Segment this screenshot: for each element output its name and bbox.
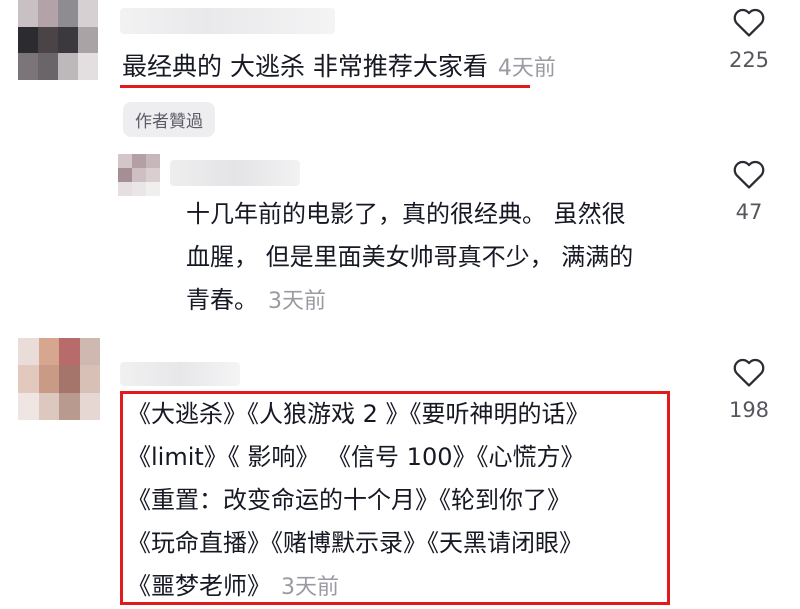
comment-text-line: 十几年前的电影了，真的很经典。 虽然很 bbox=[186, 200, 626, 228]
like-button[interactable]: 198 bbox=[714, 356, 784, 422]
like-count: 198 bbox=[728, 398, 770, 422]
avatar-mosaic-cell bbox=[59, 338, 80, 366]
comment-text-line: 血腥， 但是里面美女帅哥真不少， 满满的 bbox=[186, 243, 634, 271]
heart-outline-icon bbox=[733, 358, 765, 387]
avatar-mosaic-cell bbox=[18, 338, 39, 366]
comment-text-line: 《重置：改变命运的十个月》《轮到你了》 bbox=[127, 486, 571, 514]
like-count: 47 bbox=[735, 200, 763, 224]
username-blurred[interactable] bbox=[120, 362, 240, 386]
avatar-mosaic-cell bbox=[146, 182, 160, 196]
comment-time: 3天前 bbox=[281, 575, 339, 600]
avatar-mosaic-cell bbox=[38, 26, 58, 54]
avatar-mosaic-cell bbox=[58, 26, 78, 54]
comment-body: 最经典的 大逃杀 非常推荐大家看 4天前 bbox=[122, 50, 556, 84]
like-count: 225 bbox=[728, 48, 770, 72]
comment-body: 《大逃杀》《人狼游戏 2 》《要听神明的话》 《limit》《 影响》 《信号 … bbox=[127, 393, 590, 609]
avatar[interactable] bbox=[18, 338, 100, 420]
avatar-mosaic-cell bbox=[79, 392, 100, 420]
username-blurred[interactable] bbox=[120, 8, 335, 34]
avatar-mosaic-cell bbox=[18, 0, 38, 27]
avatar[interactable] bbox=[118, 154, 160, 196]
avatar-mosaic-cell bbox=[38, 365, 59, 393]
avatar-mosaic-cell bbox=[38, 392, 59, 420]
avatar-mosaic-cell bbox=[58, 53, 78, 80]
comment-text-line: 《玩命直播》《赌博默示录》《天黑请闭眼》 bbox=[127, 529, 583, 557]
avatar-mosaic-cell bbox=[79, 365, 100, 393]
comment-text-line: 青春。 bbox=[186, 286, 258, 314]
heart-outline-icon bbox=[733, 160, 765, 189]
avatar-mosaic-cell bbox=[18, 26, 38, 54]
avatar-mosaic-cell bbox=[38, 338, 59, 366]
comment-text-line: 《limit》《 影响》 《信号 100》《心慌方》 bbox=[127, 443, 585, 471]
avatar-mosaic-cell bbox=[146, 168, 160, 182]
avatar-mosaic-cell bbox=[78, 26, 98, 54]
avatar-mosaic-cell bbox=[132, 168, 146, 182]
avatar-mosaic-cell bbox=[58, 0, 78, 27]
avatar-mosaic-cell bbox=[132, 154, 146, 168]
avatar-mosaic-cell bbox=[146, 154, 160, 168]
username-blurred[interactable] bbox=[170, 160, 300, 186]
avatar-mosaic-cell bbox=[132, 182, 146, 196]
comment-time: 3天前 bbox=[268, 289, 326, 314]
avatar-mosaic-cell bbox=[18, 392, 39, 420]
avatar-mosaic-cell bbox=[118, 182, 132, 196]
avatar-mosaic-cell bbox=[38, 53, 58, 80]
comment-text-line: 《噩梦老师》 bbox=[127, 572, 271, 600]
comment-text: 最经典的 大逃杀 非常推荐大家看 bbox=[122, 52, 488, 81]
avatar[interactable] bbox=[18, 0, 98, 80]
avatar-mosaic-cell bbox=[79, 338, 100, 366]
avatar-mosaic-cell bbox=[59, 392, 80, 420]
avatar-mosaic-cell bbox=[78, 0, 98, 27]
avatar-mosaic-cell bbox=[118, 154, 132, 168]
comment-time: 4天前 bbox=[497, 56, 556, 81]
like-button[interactable]: 225 bbox=[714, 6, 784, 72]
heart-outline-icon bbox=[733, 8, 765, 37]
author-liked-badge: 作者贊過 bbox=[123, 102, 215, 137]
avatar-mosaic-cell bbox=[18, 365, 39, 393]
avatar-mosaic-cell bbox=[18, 53, 38, 80]
comment-text-line: 《大逃杀》《人狼游戏 2 》《要听神明的话》 bbox=[127, 400, 590, 428]
like-button[interactable]: 47 bbox=[714, 158, 784, 224]
avatar-mosaic-cell bbox=[38, 0, 58, 27]
highlight-underline bbox=[120, 85, 530, 88]
comment-body: 十几年前的电影了，真的很经典。 虽然很 血腥， 但是里面美女帅哥真不少， 满满的… bbox=[186, 193, 706, 323]
avatar-mosaic-cell bbox=[118, 168, 132, 182]
avatar-mosaic-cell bbox=[78, 53, 98, 80]
avatar-mosaic-cell bbox=[59, 365, 80, 393]
